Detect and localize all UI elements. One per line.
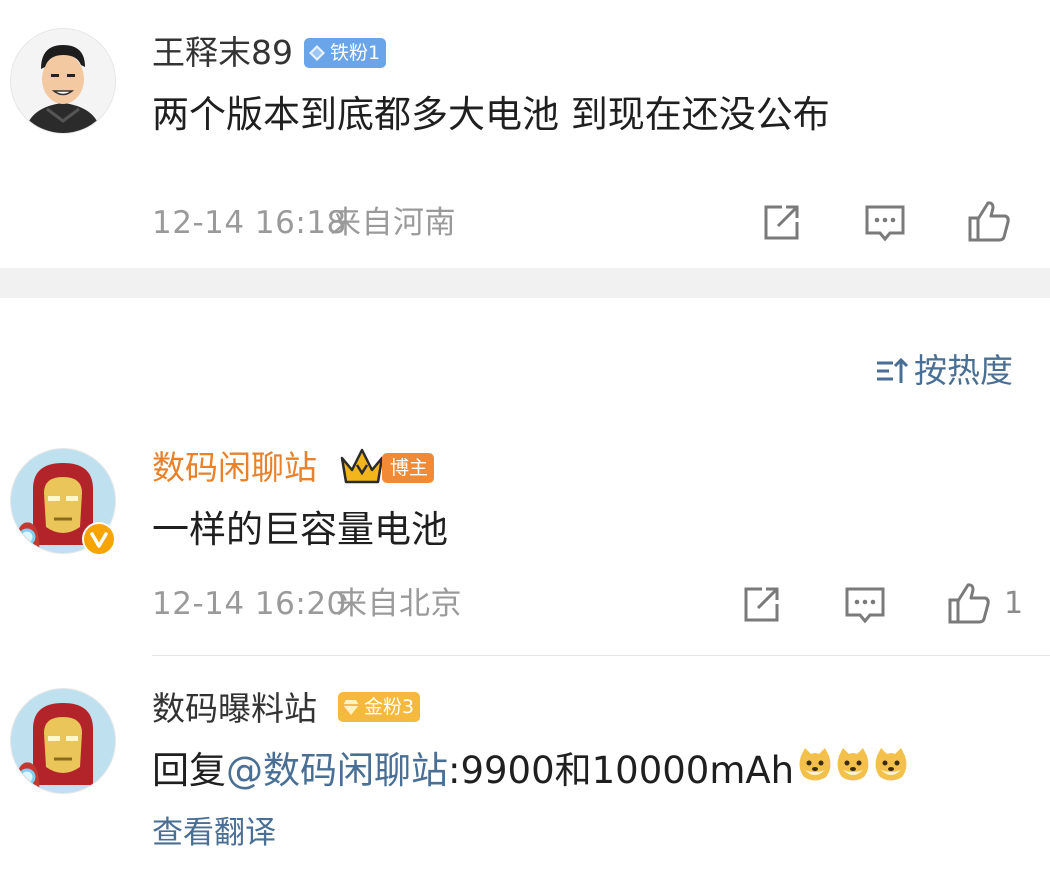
- doge-emoji: [872, 746, 910, 795]
- doge-emoji: [796, 746, 834, 795]
- like-icon: [968, 201, 1010, 242]
- verified-v-badge: [82, 522, 116, 556]
- gold-fan-badge: 金粉3: [338, 692, 421, 722]
- comment-username[interactable]: 数码曝料站: [152, 689, 317, 729]
- comment-button[interactable]: [862, 200, 908, 246]
- share-icon: [744, 587, 779, 622]
- post-username[interactable]: 王释末89: [152, 33, 293, 73]
- comment-divider: [152, 655, 1050, 656]
- comment-location: 来自北京: [336, 586, 462, 622]
- reply-text: 回复 @数码闲聊站 :9900和10000mAh: [152, 746, 910, 795]
- sort-label: 按热度: [914, 351, 1013, 390]
- doge-emoji: [834, 746, 872, 795]
- comment-text: 一样的巨容量电池: [152, 508, 448, 551]
- like-icon: [948, 583, 990, 624]
- gem-icon: [338, 692, 364, 722]
- share-icon: [764, 205, 799, 240]
- comment-icon: [865, 205, 905, 242]
- like-button[interactable]: [966, 198, 1012, 244]
- cartoon-man-avatar-icon: [11, 29, 115, 133]
- like-button[interactable]: [946, 580, 992, 626]
- reply-body: :9900和10000mAh: [448, 748, 795, 792]
- crown-icon: [338, 446, 386, 490]
- comment-button[interactable]: [842, 582, 888, 628]
- post-text: 两个版本到底都多大电池 到现在还没公布: [152, 93, 830, 136]
- verified-v-icon: [90, 532, 108, 548]
- diamond-icon: [304, 38, 330, 68]
- iron-fan-badge: 铁粉1: [304, 38, 387, 68]
- sort-by-hot-button[interactable]: 按热度: [874, 350, 1013, 392]
- comment-time: 12-14 16:20: [152, 586, 347, 622]
- reply-prefix: 回复: [152, 748, 226, 792]
- share-button[interactable]: [758, 200, 804, 246]
- share-button[interactable]: [738, 582, 784, 628]
- sort-icon: [877, 357, 909, 383]
- section-divider: [0, 268, 1050, 298]
- blogger-badge: 博主: [382, 453, 435, 483]
- post-avatar[interactable]: [10, 28, 116, 134]
- like-count: 1: [1004, 586, 1024, 621]
- post-location: 来自河南: [330, 205, 456, 241]
- comment-username[interactable]: 数码闲聊站: [152, 448, 317, 488]
- comment-icon: [845, 587, 885, 624]
- iron-man-avatar-icon: [11, 689, 115, 793]
- mention-link[interactable]: @数码闲聊站: [226, 748, 448, 794]
- post-time: 12-14 16:18: [152, 205, 347, 241]
- translate-link[interactable]: 查看翻译: [152, 813, 276, 853]
- comment-avatar[interactable]: [10, 688, 116, 794]
